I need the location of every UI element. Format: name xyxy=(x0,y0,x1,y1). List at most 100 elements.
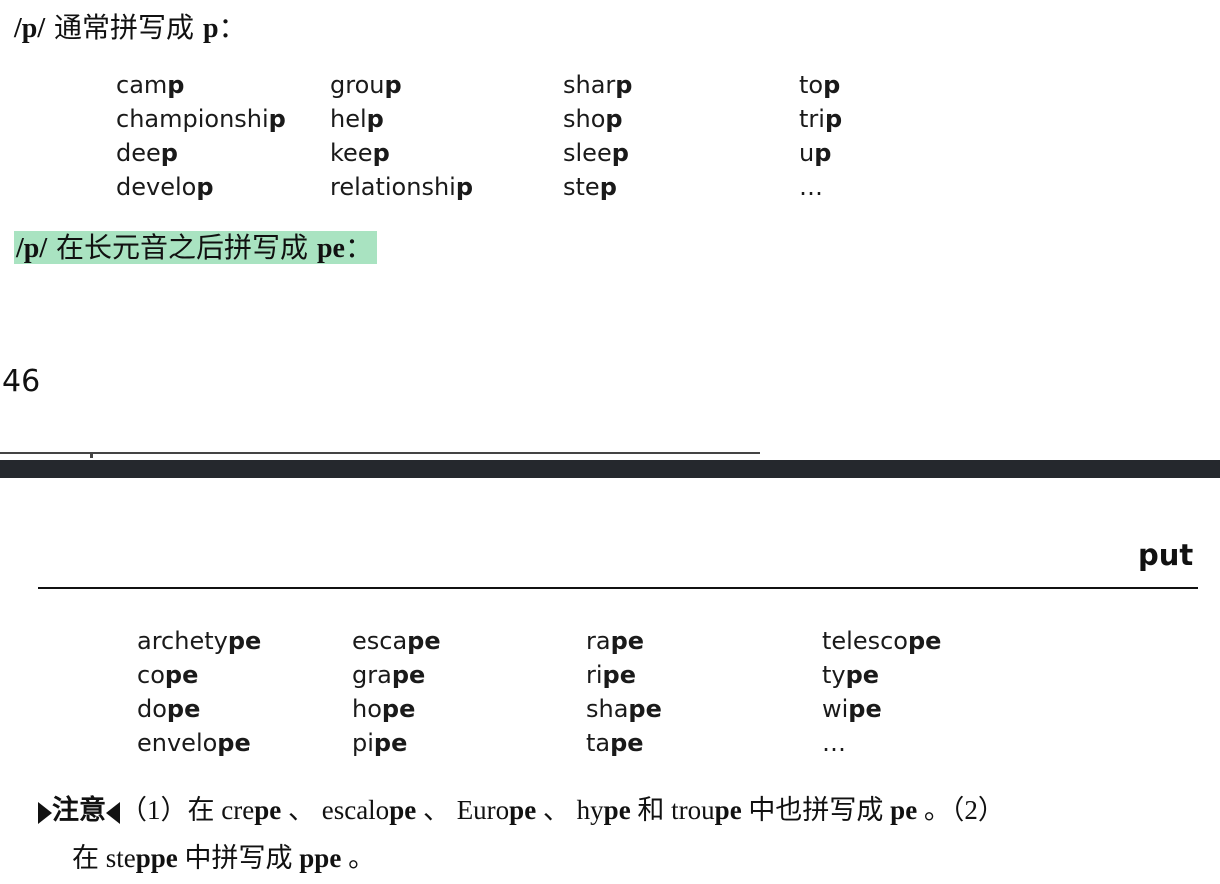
word-item: ripe xyxy=(586,660,636,690)
note-word-ending: ppe xyxy=(135,843,178,873)
word-ending: pe xyxy=(166,695,201,723)
word-stem: do xyxy=(137,695,167,723)
word-stem: ho xyxy=(352,695,382,723)
note-text: （1）在 xyxy=(120,795,222,825)
word-ending: pe xyxy=(217,729,251,757)
word-item: type xyxy=(822,660,879,690)
word-item: deep xyxy=(116,138,178,168)
page-number: 46 xyxy=(2,364,41,399)
word-item: hope xyxy=(352,694,415,724)
word-ending: pe xyxy=(628,695,662,723)
word-ending: p xyxy=(372,139,390,167)
note-word-ending: pe xyxy=(389,795,417,825)
word-stem: dee xyxy=(116,139,161,167)
word-stem: slee xyxy=(563,139,612,167)
word-ending: pe xyxy=(610,627,645,655)
word-item: help xyxy=(330,104,384,134)
word-ending: pe xyxy=(407,627,441,655)
word-stem: ta xyxy=(586,729,611,757)
word-stem: to xyxy=(799,71,824,99)
word-stem: telesco xyxy=(822,627,908,655)
word-stem: champion­shi xyxy=(116,105,269,133)
section2-heading: /p/ 在长元音之后拼写成 pe： xyxy=(14,230,377,267)
word-item: champion­ship xyxy=(116,104,286,134)
word-stem: esca xyxy=(352,627,408,655)
word-stem: envelo xyxy=(137,729,218,757)
word-item: cope xyxy=(137,660,198,690)
word-item: step xyxy=(563,172,617,202)
word-item: archetype xyxy=(137,626,261,656)
word-item: tape xyxy=(586,728,644,758)
word-stem: gra xyxy=(352,661,392,689)
footer-rule xyxy=(0,452,760,454)
note-text: 中拼写成 xyxy=(177,843,300,873)
word-item: … xyxy=(822,728,846,758)
word-stem: grou xyxy=(330,71,385,99)
word-item: group xyxy=(330,70,402,100)
note-word-ending: pe xyxy=(254,795,282,825)
section1-heading: /p/ 通常拼写成 p： xyxy=(14,10,247,47)
word-stem: sha xyxy=(586,695,629,723)
word-item: rape xyxy=(586,626,644,656)
note-word: cre xyxy=(221,795,255,825)
word-ending: p xyxy=(814,139,832,167)
word-ending: p xyxy=(384,71,402,99)
note-text: 和 xyxy=(630,795,672,825)
word-stem: u xyxy=(799,139,815,167)
word-ending: p xyxy=(611,139,629,167)
word-stem: kee xyxy=(330,139,373,167)
note-word: hy xyxy=(576,795,604,825)
word-item: telescope xyxy=(822,626,941,656)
word-item: sleep xyxy=(563,138,629,168)
word-stem: … xyxy=(822,729,846,757)
word-ending: pe xyxy=(373,729,408,757)
phoneme: /p/ xyxy=(14,13,46,44)
note-text: 。（2） xyxy=(917,795,1005,825)
rule-tick xyxy=(90,452,93,458)
word-ending: p xyxy=(455,173,474,201)
note-word: trou xyxy=(671,795,715,825)
word-stem: ra xyxy=(586,627,611,655)
note-text: 、 xyxy=(416,795,457,825)
word-ending: pe xyxy=(227,627,262,655)
page-separator xyxy=(0,460,1220,478)
word-item: grape xyxy=(352,660,425,690)
heading-text: 通常拼写成 xyxy=(45,11,203,44)
word-ending: pe xyxy=(848,695,882,723)
word-ending: pe xyxy=(908,627,942,655)
word-item: develop xyxy=(116,172,214,202)
word-item: relationship xyxy=(330,172,473,202)
word-ending: pe xyxy=(602,661,637,689)
word-item: keep xyxy=(330,138,390,168)
word-stem: develo xyxy=(116,173,197,201)
word-ending: p xyxy=(366,105,384,133)
header-rule xyxy=(38,587,1198,589)
word-ending: p xyxy=(268,105,286,133)
word-ending: p xyxy=(605,105,623,133)
word-stem: ty xyxy=(822,661,846,689)
word-stem: co xyxy=(137,661,165,689)
note-text: 、 xyxy=(536,795,577,825)
heading-text: 在长元音之后拼写成 xyxy=(47,231,317,264)
word-ending: pe xyxy=(845,661,880,689)
highlight: /p/ 在长元音之后拼写成 pe： xyxy=(14,231,377,264)
word-item: sharp xyxy=(563,70,632,100)
word-ending: p xyxy=(196,173,214,201)
word-ending: p xyxy=(160,139,178,167)
note-line-2: 在 steppe 中拼写成 ppe 。 xyxy=(72,834,375,882)
word-stem: pi xyxy=(352,729,374,757)
note-word-ending: pe xyxy=(714,795,742,825)
note-word: Euro xyxy=(456,795,510,825)
note-text: 。 xyxy=(341,843,376,873)
note-word: ste xyxy=(105,843,136,873)
word-item: escape xyxy=(352,626,441,656)
word-ending: p xyxy=(167,71,185,99)
word-ending: p xyxy=(615,71,633,99)
word-ending: pe xyxy=(381,695,416,723)
word-stem: … xyxy=(799,173,823,201)
word-stem: hel xyxy=(330,105,367,133)
word-ending: p xyxy=(823,71,841,99)
word-ending: p xyxy=(599,173,617,201)
word-item: pipe xyxy=(352,728,407,758)
word-ending: pe xyxy=(164,661,199,689)
